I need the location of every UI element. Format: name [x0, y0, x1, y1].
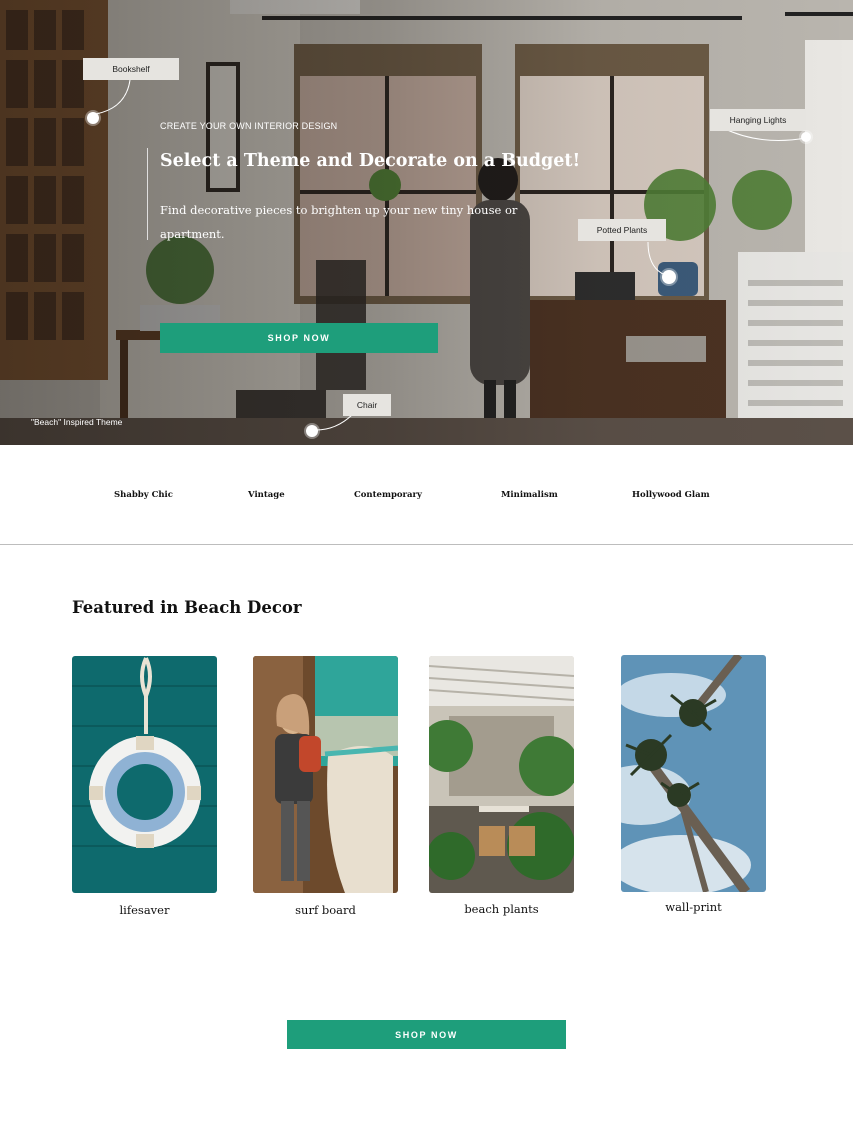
hotspot-dot-hanging-lights[interactable]: [801, 132, 811, 142]
hotspot-label-bookshelf[interactable]: Bookshelf: [83, 58, 179, 80]
hotspot-dot-potted-plants[interactable]: [662, 270, 676, 284]
hero-accent-rule: [147, 148, 148, 240]
bottom-shop-now-button[interactable]: SHOP NOW: [287, 1020, 566, 1049]
product-label-beach-plants[interactable]: beach plants: [429, 902, 574, 916]
theme-link-hollywood-glam[interactable]: Hollywood Glam: [632, 490, 710, 500]
product-image-beach-plants[interactable]: [429, 656, 574, 893]
theme-link-shabby-chic[interactable]: Shabby Chic: [114, 490, 173, 500]
hero-shop-now-button[interactable]: SHOP NOW: [160, 323, 438, 353]
hotspot-label-chair[interactable]: Chair: [343, 394, 391, 416]
product-image-wall-print[interactable]: [621, 655, 766, 892]
hero-title: Select a Theme and Decorate on a Budget!: [160, 151, 581, 171]
hero-theme-caption: "Beach" Inspired Theme: [31, 417, 123, 427]
theme-link-contemporary[interactable]: Contemporary: [354, 490, 422, 500]
product-image-lifesaver[interactable]: [72, 656, 217, 893]
product-label-lifesaver[interactable]: lifesaver: [72, 903, 217, 917]
hotspot-dot-bookshelf[interactable]: [87, 112, 99, 124]
hero-eyebrow: CREATE YOUR OWN INTERIOR DESIGN: [160, 121, 338, 131]
hero-banner: Bookshelf Hanging Lights Potted Plants C…: [0, 0, 853, 445]
product-label-surf-board[interactable]: surf board: [253, 903, 398, 917]
theme-link-vintage[interactable]: Vintage: [248, 490, 285, 500]
hotspot-label-potted-plants[interactable]: Potted Plants: [578, 219, 666, 241]
theme-link-minimalism[interactable]: Minimalism: [501, 490, 558, 500]
product-image-surf-board[interactable]: [253, 656, 398, 893]
product-label-wall-print[interactable]: wall-print: [621, 900, 766, 914]
hero-subtitle: Find decorative pieces to brighten up yo…: [160, 203, 518, 241]
featured-section-title: Featured in Beach Decor: [72, 598, 302, 617]
hotspot-dot-chair[interactable]: [306, 425, 318, 437]
hotspot-label-hanging-lights[interactable]: Hanging Lights: [710, 109, 806, 131]
